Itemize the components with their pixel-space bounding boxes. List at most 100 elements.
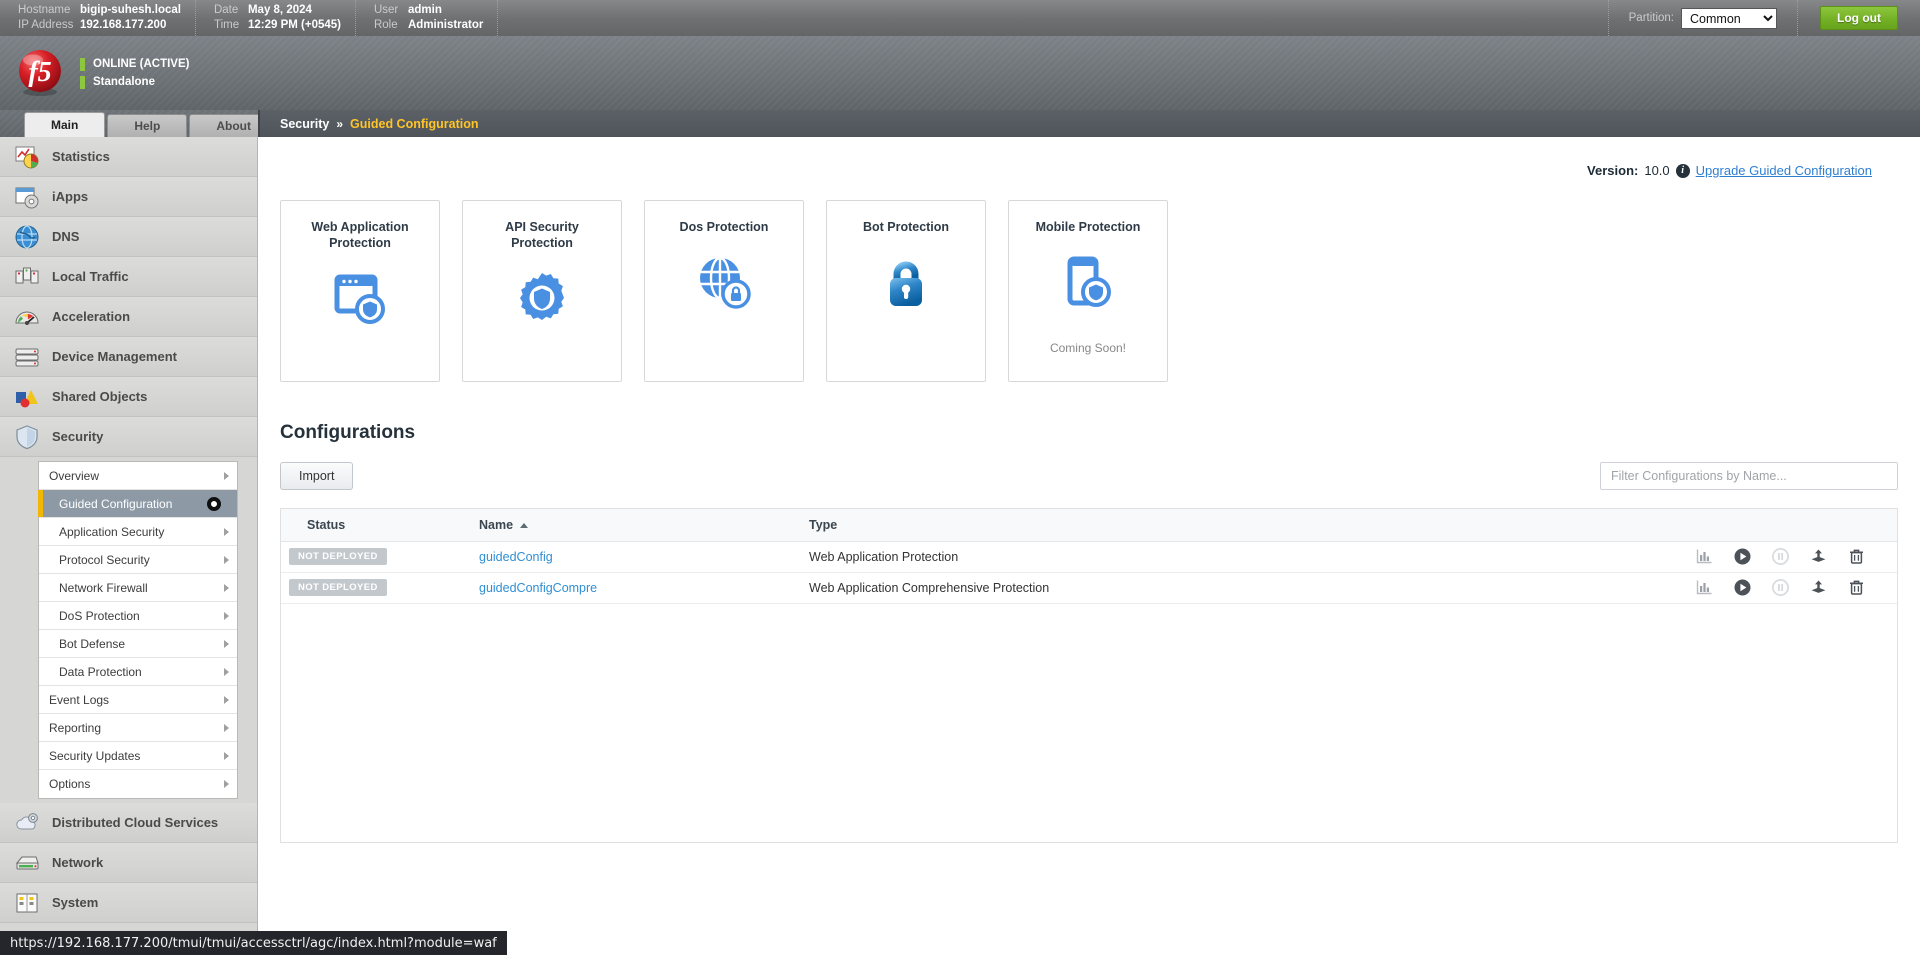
column-header-actions [1677, 509, 1897, 541]
table-row[interactable]: NOT DEPLOYED guidedConfigCompre Web Appl… [281, 572, 1897, 603]
submenu-item-overview[interactable]: Overview [39, 462, 237, 490]
chevron-right-icon [224, 612, 229, 620]
delete-icon[interactable] [1848, 548, 1865, 565]
sidebar-item-shared-objects[interactable]: Shared Objects [0, 377, 257, 417]
hostname-row: Hostname bigip-suhesh.local [18, 3, 181, 18]
play-icon[interactable] [1734, 548, 1751, 565]
chevron-right-icon [224, 668, 229, 676]
card-title: API Security Protection [477, 219, 607, 251]
column-header-status[interactable]: Status [281, 509, 471, 541]
sidebar-item-security[interactable]: Security [0, 417, 257, 457]
sidebar-item-network[interactable]: Network [0, 843, 257, 883]
sidebar-item-label: Security [52, 429, 103, 444]
sidebar-item-label: Distributed Cloud Services [52, 815, 218, 830]
submenu-label: Protocol Security [59, 553, 150, 567]
sidebar-item-statistics[interactable]: Statistics [0, 137, 257, 177]
submenu-item-security-updates[interactable]: Security Updates [39, 742, 237, 770]
status-online-label: ONLINE (ACTIVE) [93, 58, 189, 70]
card-bot-protection[interactable]: Bot Protection [826, 200, 986, 382]
submenu-label: Security Updates [49, 749, 140, 763]
configurations-toolbar: Import [280, 462, 1898, 490]
sidebar-item-local-traffic[interactable]: Local Traffic [0, 257, 257, 297]
configurations-table: Status Name Type NOT DEPLOYED [281, 509, 1897, 604]
sidebar-item-label: Acceleration [52, 309, 130, 324]
role-value: Administrator [408, 18, 483, 33]
logout-button[interactable]: Log out [1820, 6, 1898, 30]
column-header-name[interactable]: Name [471, 509, 801, 541]
submenu-item-reporting[interactable]: Reporting [39, 714, 237, 742]
sidebar-item-distributed-cloud-services[interactable]: Distributed Cloud Services [0, 803, 257, 843]
ip-row: IP Address 192.168.177.200 [18, 18, 181, 33]
tab-help[interactable]: Help [107, 114, 187, 137]
column-header-type[interactable]: Type [801, 509, 1677, 541]
chevron-right-icon [224, 556, 229, 564]
analytics-icon[interactable] [1696, 579, 1713, 596]
import-button[interactable]: Import [280, 462, 353, 490]
partition-selector[interactable]: Partition: Common [1608, 0, 1798, 36]
submenu-label: Reporting [49, 721, 101, 735]
sidebar: Statistics iApps [0, 137, 258, 955]
submenu-item-bot-defense[interactable]: Bot Defense [39, 630, 237, 658]
sidebar-item-iapps[interactable]: iApps [0, 177, 257, 217]
submenu-item-data-protection[interactable]: Data Protection [39, 658, 237, 686]
submenu-item-guided-configuration[interactable]: Guided Configuration [39, 490, 237, 518]
submenu-item-application-security[interactable]: Application Security [39, 518, 237, 546]
delete-icon[interactable] [1848, 579, 1865, 596]
configuration-name-link[interactable]: guidedConfig [479, 550, 553, 564]
card-title: Web Application Protection [295, 219, 425, 251]
row-actions [1685, 579, 1889, 596]
upgrade-guided-configuration-link[interactable]: Upgrade Guided Configuration [1696, 163, 1872, 178]
submenu-item-protocol-security[interactable]: Protocol Security [39, 546, 237, 574]
breadcrumb-root[interactable]: Security [280, 117, 329, 131]
sidebar-item-label: Statistics [52, 149, 110, 164]
play-icon[interactable] [1734, 579, 1751, 596]
submenu-label: Application Security [59, 525, 164, 539]
date-label: Date [214, 3, 248, 18]
configuration-name-link[interactable]: guidedConfigCompre [479, 581, 597, 595]
sidebar-item-acceleration[interactable]: Acceleration [0, 297, 257, 337]
submenu-item-network-firewall[interactable]: Network Firewall [39, 574, 237, 602]
submenu-label: Options [49, 777, 90, 791]
submenu-item-options[interactable]: Options [39, 770, 237, 798]
security-shield-icon [14, 424, 40, 450]
filter-configurations-input[interactable] [1600, 462, 1898, 490]
submenu-item-event-logs[interactable]: Event Logs [39, 686, 237, 714]
selected-indicator-icon [207, 497, 221, 511]
status-line-standalone: Standalone [80, 76, 189, 89]
export-icon[interactable] [1810, 548, 1827, 565]
partition-dropdown[interactable]: Common [1681, 8, 1777, 29]
local-traffic-icon [14, 264, 40, 290]
configurations-heading: Configurations [280, 422, 1920, 444]
card-api-security-protection[interactable]: API Security Protection [462, 200, 622, 382]
chevron-right-icon [224, 640, 229, 648]
sidebar-item-label: Network [52, 855, 103, 870]
sort-ascending-icon [520, 523, 528, 528]
tab-main[interactable]: Main [24, 112, 105, 137]
analytics-icon[interactable] [1696, 548, 1713, 565]
device-status-block: ONLINE (ACTIVE) Standalone [80, 58, 189, 89]
table-row[interactable]: NOT DEPLOYED guidedConfig Web Applicatio… [281, 541, 1897, 572]
statistics-icon [14, 144, 40, 170]
sidebar-item-label: DNS [52, 229, 79, 244]
table-header-row: Status Name Type [281, 509, 1897, 541]
version-number: 10.0 [1644, 163, 1669, 178]
partition-label: Partition: [1629, 12, 1674, 24]
sidebar-item-label: System [52, 895, 98, 910]
card-dos-protection[interactable]: Dos Protection [644, 200, 804, 382]
sidebar-item-device-management[interactable]: Device Management [0, 337, 257, 377]
sidebar-item-dns[interactable]: DNS [0, 217, 257, 257]
datetime-info-group: Date May 8, 2024 Time 12:29 PM (+0545) [196, 0, 356, 36]
status-badge: NOT DEPLOYED [289, 548, 387, 565]
security-submenu: Overview Guided Configuration Applicatio… [38, 461, 238, 799]
sidebar-item-system[interactable]: System [0, 883, 257, 923]
card-web-application-protection[interactable]: Web Application Protection [280, 200, 440, 382]
card-mobile-protection[interactable]: Mobile Protection Coming Soon! [1008, 200, 1168, 382]
iapps-icon [14, 184, 40, 210]
info-icon[interactable]: i [1676, 164, 1690, 178]
export-icon[interactable] [1810, 579, 1827, 596]
row-status-cell: NOT DEPLOYED [281, 541, 471, 572]
submenu-label: Guided Configuration [59, 497, 172, 511]
role-row: Role Administrator [374, 18, 483, 33]
breadcrumb: Security » Guided Configuration [258, 110, 1920, 137]
submenu-item-dos-protection[interactable]: DoS Protection [39, 602, 237, 630]
